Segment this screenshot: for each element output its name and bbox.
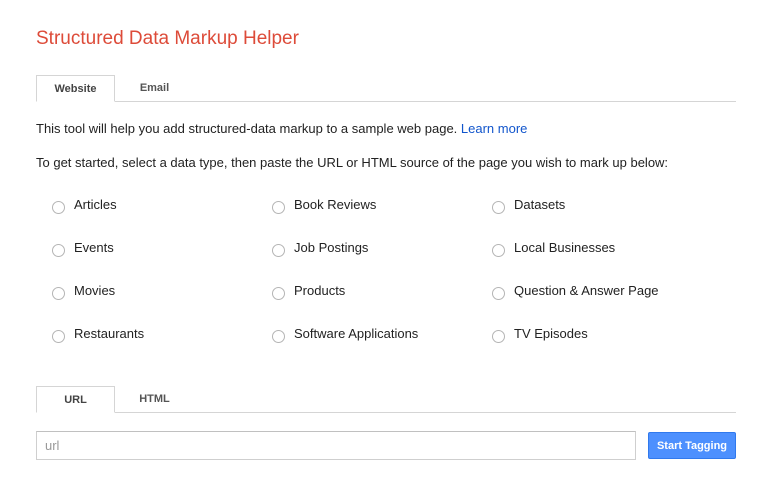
page-title: Structured Data Markup Helper [36,28,299,49]
data-type-option-job-postings[interactable]: Job Postings [272,239,492,282]
data-type-label: Movies [74,283,116,298]
radio-button[interactable] [492,201,505,214]
data-type-option-articles[interactable]: Articles [52,196,272,239]
data-type-option-datasets[interactable]: Datasets [492,196,712,239]
radio-button[interactable] [492,244,505,257]
data-type-label: Local Businesses [514,240,616,255]
url-input[interactable] [36,431,636,460]
data-type-option-local-businesses[interactable]: Local Businesses [492,239,712,282]
instructions-text: To get started, select a data type, then… [36,155,669,170]
data-type-label: TV Episodes [514,326,588,341]
data-type-option-software-applications[interactable]: Software Applications [272,325,492,368]
tab-email[interactable]: Email [115,75,194,101]
data-type-label: Events [74,240,114,255]
radio-button[interactable] [52,201,65,214]
radio-button[interactable] [52,287,65,300]
data-type-option-restaurants[interactable]: Restaurants [52,325,272,368]
radio-button[interactable] [52,330,65,343]
radio-button[interactable] [492,330,505,343]
data-type-option-movies[interactable]: Movies [52,282,272,325]
source-tab-bar: Website Email [36,75,736,102]
learn-more-link[interactable]: Learn more [461,121,527,136]
data-type-label: Job Postings [294,240,369,255]
data-type-label: Products [294,283,346,298]
data-type-option-question-answer-page[interactable]: Question & Answer Page [492,282,712,325]
radio-button[interactable] [492,287,505,300]
data-type-label: Restaurants [74,326,145,341]
intro-text: This tool will help you add structured-d… [36,121,527,136]
data-type-label: Book Reviews [294,197,377,212]
tab-html[interactable]: HTML [115,386,194,412]
data-type-option-events[interactable]: Events [52,239,272,282]
data-type-label: Software Applications [294,326,419,341]
intro-sentence: This tool will help you add structured-d… [36,121,461,136]
radio-button[interactable] [272,244,285,257]
radio-button[interactable] [52,244,65,257]
data-type-options: Articles Book Reviews Datasets Events Jo… [52,196,712,368]
tab-website[interactable]: Website [36,75,115,102]
radio-button[interactable] [272,201,285,214]
data-type-label: Datasets [514,197,566,212]
data-type-label: Question & Answer Page [514,283,659,298]
input-tab-bar: URL HTML [36,386,736,413]
data-type-option-products[interactable]: Products [272,282,492,325]
radio-button[interactable] [272,287,285,300]
data-type-option-tv-episodes[interactable]: TV Episodes [492,325,712,368]
data-type-option-book-reviews[interactable]: Book Reviews [272,196,492,239]
tab-url[interactable]: URL [36,386,115,413]
radio-button[interactable] [272,330,285,343]
data-type-label: Articles [74,197,117,212]
start-tagging-button[interactable]: Start Tagging [648,432,736,459]
